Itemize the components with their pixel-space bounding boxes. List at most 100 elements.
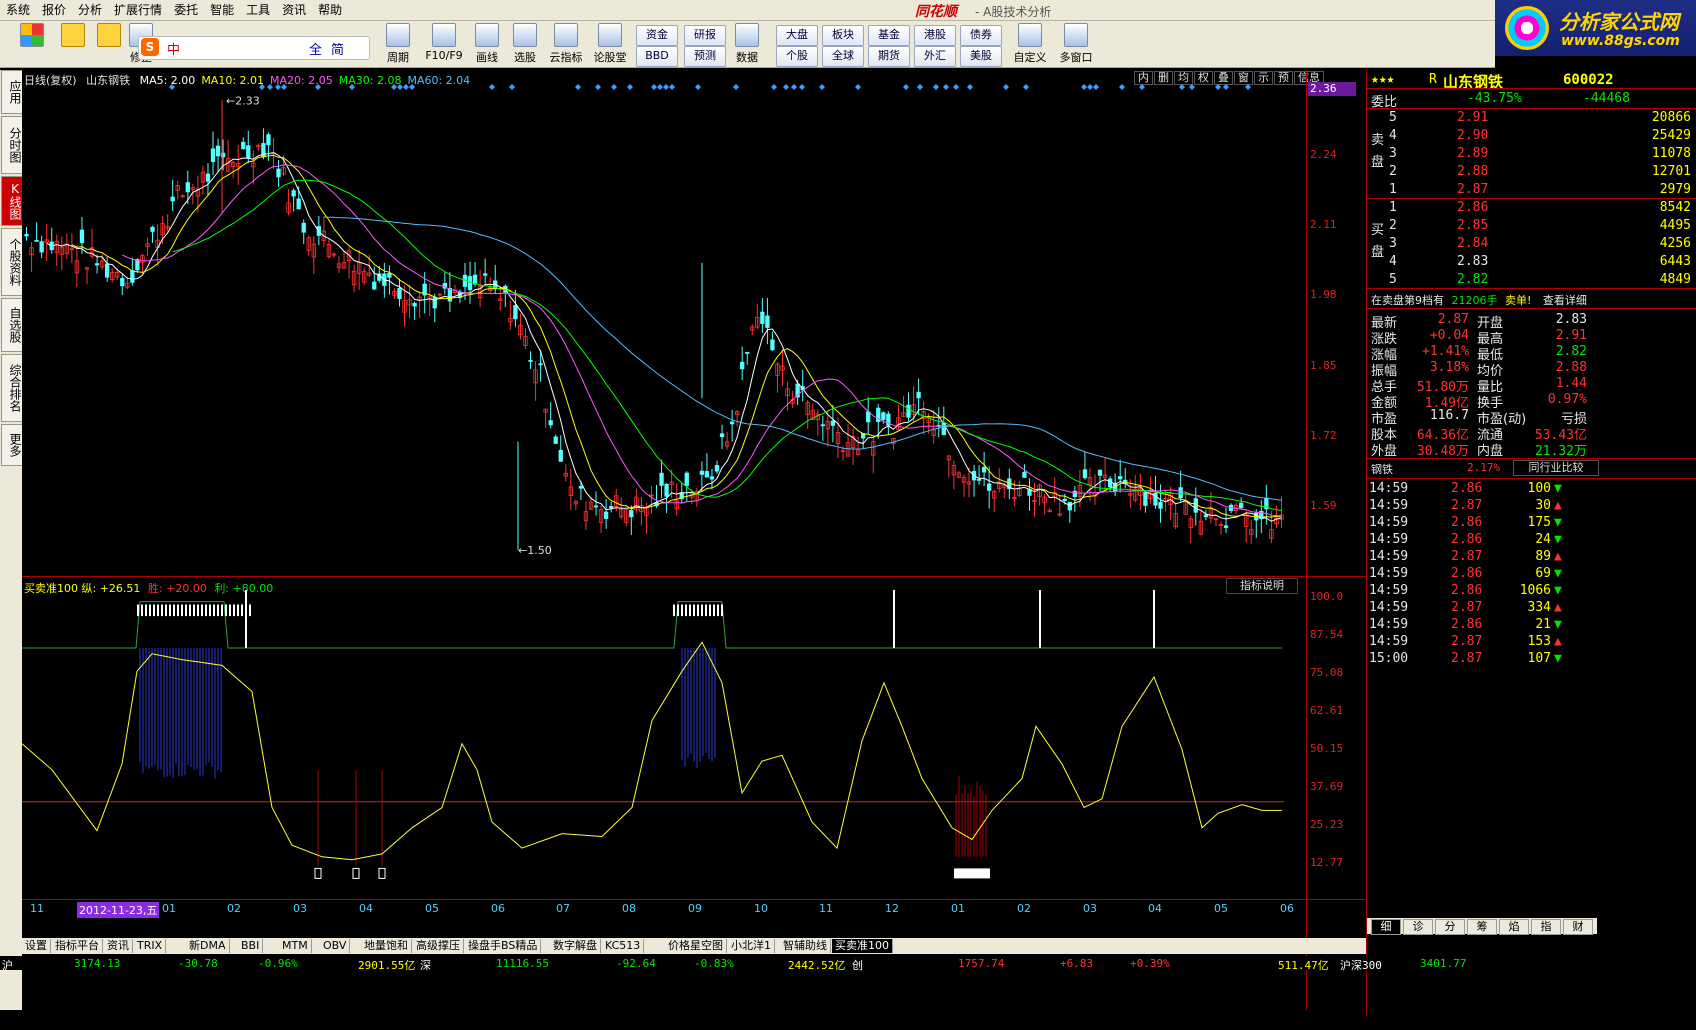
single-stock-button[interactable]: 个股 — [776, 46, 818, 67]
indicator-tab[interactable]: 买卖准100 — [832, 939, 893, 953]
tab-intraday[interactable]: 分时图 — [1, 116, 23, 174]
candle-body — [205, 173, 211, 182]
stat-value: 1.44 — [1555, 376, 1587, 391]
draw-button[interactable]: 画线 — [470, 23, 504, 65]
ma-line-5 — [46, 152, 1282, 522]
us-stock-button[interactable]: 美股 — [960, 46, 1002, 67]
tab-ranking[interactable]: 综合排名 — [1, 354, 23, 422]
ime-simplified[interactable]: 简 — [331, 39, 344, 58]
notice-detail-link[interactable]: 查看详细 — [1543, 294, 1587, 307]
tick-volume: 107 — [1527, 651, 1551, 666]
panel-tab[interactable]: 财 — [1563, 919, 1593, 935]
indicator-tab[interactable]: 高级撑压 — [413, 939, 464, 953]
tab-scroll[interactable] — [0, 938, 22, 954]
notice-tag: 卖单! — [1505, 294, 1532, 307]
indicator-tab[interactable]: 操盘手BS精品 — [465, 939, 542, 953]
candle-body — [553, 436, 558, 444]
menu-analysis[interactable]: 分析 — [72, 0, 108, 20]
forum-button[interactable]: 论股堂 — [590, 23, 630, 65]
indicator-tab[interactable]: 指标平台 — [52, 939, 103, 953]
menu-extended[interactable]: 扩展行情 — [108, 0, 168, 20]
research-button[interactable]: 研报 — [684, 25, 726, 46]
bbd-button[interactable]: BBD — [636, 46, 678, 67]
tab-kline[interactable]: K线图 — [1, 176, 23, 226]
indicator-tab[interactable]: 数字解盘 — [550, 939, 601, 953]
date-tick: 03 — [1083, 902, 1097, 915]
status-item: 沪深300 — [1340, 959, 1382, 972]
orderbook-price: 2.85 — [1457, 218, 1489, 233]
indicator-tab[interactable]: 地量饱和 — [361, 939, 412, 953]
industry-compare-button[interactable]: 同行业比较 — [1513, 460, 1599, 476]
futures-button[interactable]: 期货 — [868, 46, 910, 67]
f10-button[interactable]: F10/F9 — [422, 23, 466, 65]
menu-system[interactable]: 系统 — [0, 0, 36, 20]
candle-body — [185, 182, 190, 193]
indicator-tab[interactable]: MTM — [279, 939, 312, 953]
indicator-tab[interactable]: 价格星空图 — [665, 939, 727, 953]
indicator-tick: 12.77 — [1310, 856, 1344, 869]
forex-button[interactable]: 外汇 — [914, 46, 956, 67]
tick-price: 2.86 — [1451, 515, 1483, 530]
menu-smart[interactable]: 智能 — [204, 0, 240, 20]
axis-divider — [1306, 70, 1307, 1010]
indicator-tab[interactable]: 设置 — [22, 939, 51, 953]
sector-button[interactable]: 板块 — [822, 25, 864, 46]
custom-button[interactable]: 自定义 — [1010, 23, 1050, 65]
candle-body — [1022, 471, 1027, 478]
panel-tab[interactable]: 细 — [1371, 919, 1401, 935]
indicator-tab[interactable]: TRIX — [134, 939, 167, 953]
tab-more[interactable]: 更多 — [1, 424, 23, 466]
tab-apps[interactable]: 应用 — [1, 70, 23, 114]
bond-button[interactable]: 债券 — [960, 25, 1002, 46]
kline-chart-area[interactable]: 日线(复权) 山东钢铁 MA5: 2.00 MA10: 2.01 MA20: 2.0… — [22, 70, 1366, 1016]
panel-tab[interactable]: 指 — [1531, 919, 1561, 935]
menu-help[interactable]: 帮助 — [312, 0, 348, 20]
fund-button[interactable]: 基金 — [868, 25, 910, 46]
menu-trade[interactable]: 委托 — [168, 0, 204, 20]
funds-button[interactable]: 资金 — [636, 25, 678, 46]
ime-bar[interactable]: S 中 全 简 — [138, 36, 370, 60]
tick-price: 2.87 — [1451, 549, 1483, 564]
panel-tab[interactable]: 分 — [1435, 919, 1465, 935]
menu-tools[interactable]: 工具 — [240, 0, 276, 20]
indicator-tab[interactable]: 新DMA — [186, 939, 230, 953]
cloud-indicator-button[interactable]: 云指标 — [546, 23, 586, 65]
candle-body — [866, 411, 871, 423]
indicator-tab[interactable]: 资讯 — [104, 939, 133, 953]
tab-profile[interactable]: 个股资料 — [1, 228, 23, 296]
indicator-tab[interactable]: 智辅助线 — [780, 939, 831, 953]
candle-body — [1082, 469, 1088, 479]
indicator-tab[interactable]: OBV — [320, 939, 351, 953]
panel-tab[interactable]: 筹 — [1467, 919, 1497, 935]
arrow-up-icon: ▲ — [1554, 634, 1562, 649]
scroll-button[interactable] — [96, 23, 122, 65]
toolbar-label: 云指标 — [549, 51, 583, 64]
low-mark-label: ←1.50 — [518, 544, 552, 557]
pick-stock-button[interactable]: 选股 — [508, 23, 542, 65]
stat-value: 0.97% — [1547, 392, 1587, 407]
data-button[interactable]: 数据 — [730, 23, 764, 65]
tab-watchlist[interactable]: 自选股 — [1, 298, 23, 352]
menu-quote[interactable]: 报价 — [36, 0, 72, 20]
ime-mode[interactable]: 中 — [167, 39, 180, 58]
indicator-tab[interactable]: 小北洋1 — [728, 939, 775, 953]
forum-icon — [598, 23, 622, 47]
period-button[interactable]: 周期 — [378, 23, 418, 65]
toolbar-label: 论股堂 — [593, 51, 627, 64]
market-button[interactable]: 大盘 — [776, 25, 818, 46]
multi-window-button[interactable]: 多窗口 — [1054, 23, 1098, 65]
forecast-button[interactable]: 预测 — [684, 46, 726, 67]
indicator-tab[interactable]: BBI — [238, 939, 264, 953]
ime-fullwidth[interactable]: 全 — [309, 39, 322, 58]
panel-tab[interactable]: 诊 — [1403, 919, 1433, 935]
hk-stock-button[interactable]: 港股 — [914, 25, 956, 46]
signal-marker — [943, 84, 949, 90]
menu-info[interactable]: 资讯 — [276, 0, 312, 20]
layout-button[interactable] — [16, 23, 48, 65]
candle-body — [719, 433, 725, 438]
indicator-tab[interactable]: KC513 — [602, 939, 645, 953]
back-button[interactable] — [58, 23, 88, 65]
arrow-up-icon: ▲ — [1554, 549, 1562, 564]
panel-tab[interactable]: 焰 — [1499, 919, 1529, 935]
global-button[interactable]: 全球 — [822, 46, 864, 67]
